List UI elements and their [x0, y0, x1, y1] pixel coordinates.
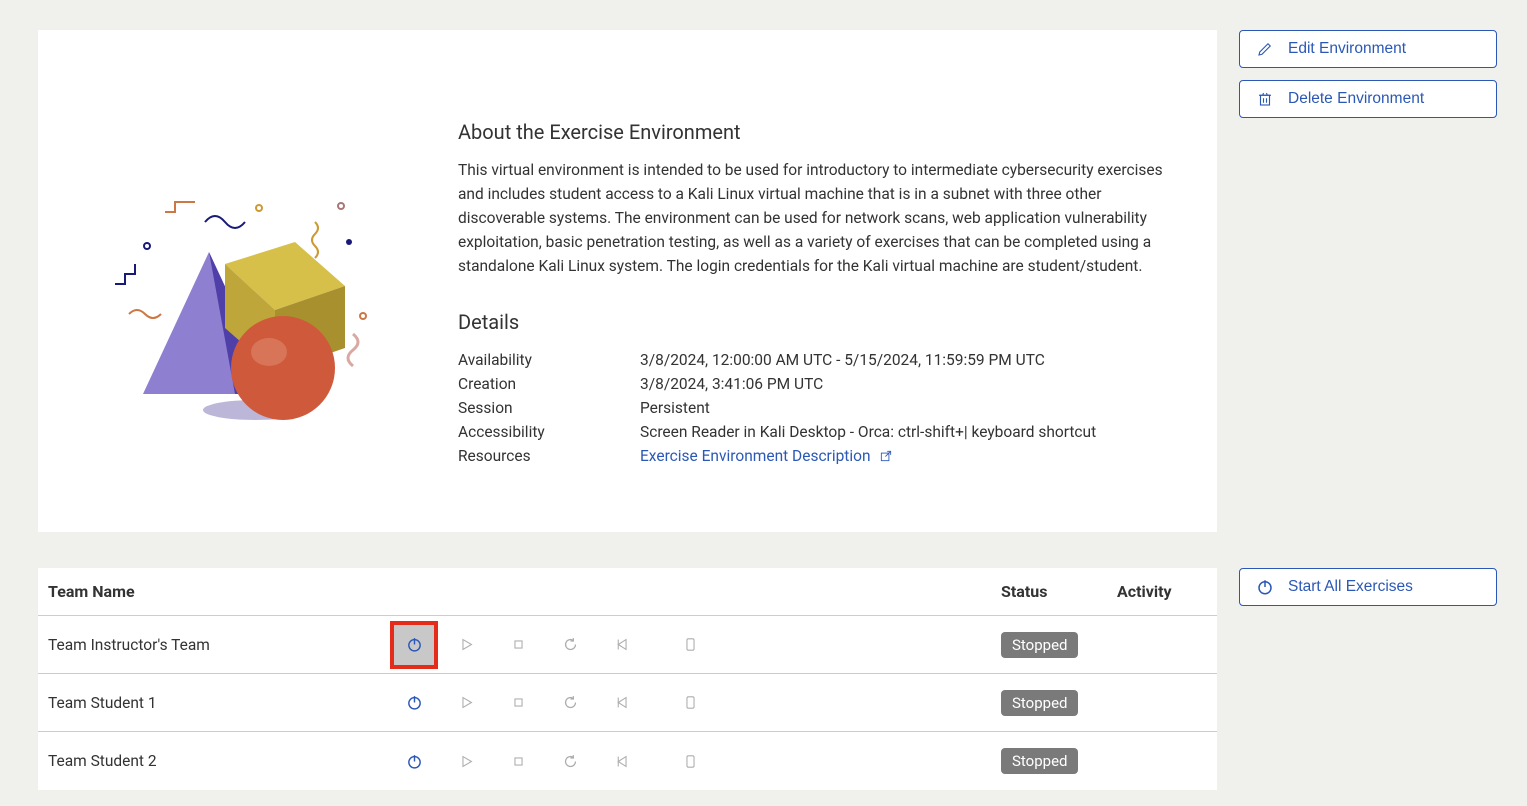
skip-back-icon [614, 636, 631, 653]
team-name-cell: Team Instructor's Team [48, 636, 394, 654]
stop-icon [510, 753, 527, 770]
edit-environment-label: Edit Environment [1288, 40, 1406, 58]
reset-button[interactable] [602, 741, 642, 781]
device-icon [682, 636, 699, 653]
header-status: Status [1001, 582, 1117, 601]
resources-link-text: Exercise Environment Description [640, 447, 871, 465]
power-button[interactable] [394, 625, 434, 665]
status-badge: Stopped [1001, 632, 1078, 658]
start-all-exercises-label: Start All Exercises [1288, 578, 1413, 596]
play-button[interactable] [446, 625, 486, 665]
stop-button[interactable] [498, 741, 538, 781]
label-accessibility: Accessibility [458, 423, 640, 441]
team-name-cell: Team Student 2 [48, 752, 394, 770]
restart-icon [562, 694, 579, 711]
resources-link[interactable]: Exercise Environment Description [640, 447, 893, 465]
header-activity: Activity [1117, 582, 1207, 601]
restart-icon [562, 753, 579, 770]
delete-environment-button[interactable]: Delete Environment [1239, 80, 1497, 118]
device-icon [682, 753, 699, 770]
value-availability: 3/8/2024, 12:00:00 AM UTC - 5/15/2024, 1… [640, 351, 1045, 369]
details-heading: Details [458, 310, 1165, 334]
restart-button[interactable] [550, 683, 590, 723]
restart-button[interactable] [550, 625, 590, 665]
team-row: Team Instructor's Team Stopped [38, 616, 1217, 674]
play-icon [458, 636, 475, 653]
teams-table: Team Name Status Activity Team Instructo… [38, 568, 1217, 790]
reset-button[interactable] [602, 625, 642, 665]
play-button[interactable] [446, 741, 486, 781]
power-icon [406, 636, 423, 653]
stop-button[interactable] [498, 625, 538, 665]
skip-back-icon [614, 694, 631, 711]
status-badge: Stopped [1001, 690, 1078, 716]
power-icon [406, 753, 423, 770]
pencil-icon [1256, 40, 1274, 58]
restart-icon [562, 636, 579, 653]
label-creation: Creation [458, 375, 640, 393]
about-heading: About the Exercise Environment [458, 120, 1165, 144]
start-all-exercises-button[interactable]: Start All Exercises [1239, 568, 1497, 606]
skip-back-icon [614, 753, 631, 770]
external-link-icon [879, 449, 893, 463]
reset-button[interactable] [602, 683, 642, 723]
header-team-name: Team Name [48, 582, 394, 601]
stop-button[interactable] [498, 683, 538, 723]
play-icon [458, 694, 475, 711]
stop-icon [510, 636, 527, 653]
delete-environment-label: Delete Environment [1288, 90, 1424, 108]
label-session: Session [458, 399, 640, 417]
power-button[interactable] [394, 741, 434, 781]
edit-environment-button[interactable]: Edit Environment [1239, 30, 1497, 68]
trash-icon [1256, 90, 1274, 108]
team-row: Team Student 2 Stopped [38, 732, 1217, 790]
value-session: Persistent [640, 399, 710, 417]
power-icon [406, 694, 423, 711]
restart-button[interactable] [550, 741, 590, 781]
play-button[interactable] [446, 683, 486, 723]
open-console-button[interactable] [670, 625, 710, 665]
device-icon [682, 694, 699, 711]
environment-illustration [90, 70, 400, 468]
open-console-button[interactable] [670, 741, 710, 781]
play-icon [458, 753, 475, 770]
power-icon [1256, 578, 1274, 596]
value-accessibility: Screen Reader in Kali Desktop - Orca: ct… [640, 423, 1096, 441]
power-button[interactable] [394, 683, 434, 723]
about-description: This virtual environment is intended to … [458, 158, 1165, 278]
status-badge: Stopped [1001, 748, 1078, 774]
label-resources: Resources [458, 447, 640, 465]
stop-icon [510, 694, 527, 711]
team-row: Team Student 1 Stopped [38, 674, 1217, 732]
team-name-cell: Team Student 1 [48, 694, 394, 712]
about-card: About the Exercise Environment This virt… [38, 30, 1217, 532]
open-console-button[interactable] [670, 683, 710, 723]
value-creation: 3/8/2024, 3:41:06 PM UTC [640, 375, 823, 393]
label-availability: Availability [458, 351, 640, 369]
